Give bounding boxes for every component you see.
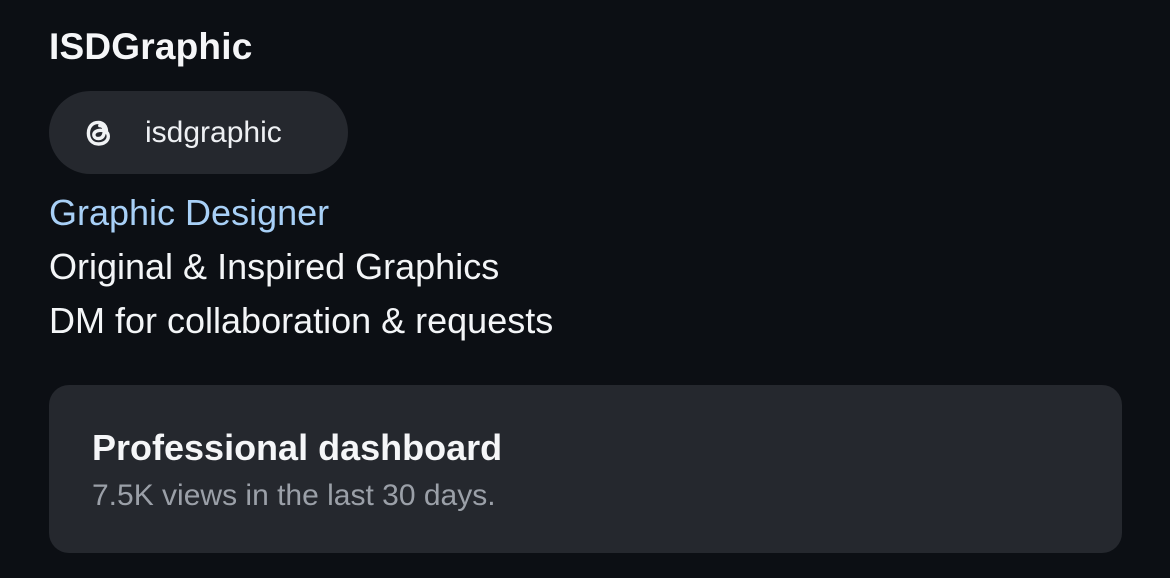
threads-handle: isdgraphic — [145, 115, 282, 149]
bio-line: DM for collaboration & requests — [49, 300, 554, 341]
profile-name: ISDGraphic — [49, 26, 253, 67]
professional-dashboard-card[interactable]: Professional dashboard 7.5K views in the… — [49, 385, 1122, 553]
bio-line: Original & Inspired Graphics — [49, 246, 500, 287]
threads-logo-icon — [79, 113, 119, 153]
profile-category-link[interactable]: Graphic Designer — [49, 192, 329, 234]
threads-profile-link[interactable]: isdgraphic — [49, 91, 348, 174]
dashboard-views-summary: 7.5K views in the last 30 days. — [92, 479, 496, 512]
dashboard-title: Professional dashboard — [92, 427, 503, 468]
